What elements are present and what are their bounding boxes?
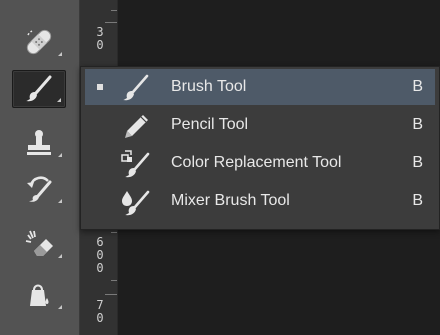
menu-item-shortcut: B — [412, 192, 423, 209]
brush-tool-button[interactable] — [12, 70, 66, 108]
pencil-icon — [121, 111, 151, 141]
ruler-label: 0 — [96, 261, 104, 275]
menu-item-shortcut: B — [412, 116, 423, 133]
menu-item-mixer-brush-tool[interactable]: Mixer Brush Tool B — [85, 183, 435, 219]
menu-item-brush-tool[interactable]: Brush Tool B — [85, 69, 435, 105]
ruler-label: 0 — [96, 38, 104, 52]
menu-item-shortcut: B — [412, 78, 423, 95]
clone-stamp-tool-button[interactable] — [12, 124, 66, 162]
ruler-tick — [111, 280, 117, 281]
eraser-tool-button[interactable] — [12, 225, 66, 263]
tools-panel — [0, 0, 80, 335]
ruler-tick — [111, 10, 117, 11]
brush-tools-flyout-menu: Brush Tool B Pencil Tool B Color Replace… — [80, 66, 440, 230]
brush-icon — [22, 72, 56, 106]
menu-item-label: Pencil Tool — [171, 116, 249, 133]
ruler-tick — [105, 22, 117, 23]
paint-bucket-tool-button[interactable] — [12, 276, 66, 314]
menu-item-color-replacement-tool[interactable]: Color Replacement Tool B — [85, 145, 435, 181]
menu-item-label: Color Replacement Tool — [171, 154, 342, 171]
submenu-indicator-icon — [58, 52, 62, 56]
color-replacement-icon — [121, 149, 151, 179]
current-tool-bullet — [97, 84, 103, 90]
submenu-indicator-icon — [58, 305, 62, 309]
menu-item-label: Brush Tool — [171, 78, 247, 95]
bandage-icon — [22, 25, 56, 59]
ruler-tick — [111, 232, 117, 233]
menu-item-label: Mixer Brush Tool — [171, 192, 290, 209]
submenu-indicator-icon — [58, 254, 62, 258]
history-brush-icon — [22, 172, 56, 206]
history-brush-tool-button[interactable] — [12, 170, 66, 208]
submenu-indicator-icon — [58, 199, 62, 203]
eraser-icon — [22, 227, 56, 261]
menu-item-shortcut: B — [412, 154, 423, 171]
brush-icon — [121, 73, 151, 103]
mixer-brush-icon — [121, 187, 151, 217]
healing-brush-tool-button[interactable] — [12, 23, 66, 61]
ruler-label: 0 — [96, 311, 104, 325]
paint-bucket-icon — [22, 278, 56, 312]
submenu-indicator-icon — [57, 98, 61, 102]
stamp-icon — [22, 126, 56, 160]
submenu-indicator-icon — [58, 153, 62, 157]
ruler-tick — [105, 294, 117, 295]
menu-item-pencil-tool[interactable]: Pencil Tool B — [85, 107, 435, 143]
